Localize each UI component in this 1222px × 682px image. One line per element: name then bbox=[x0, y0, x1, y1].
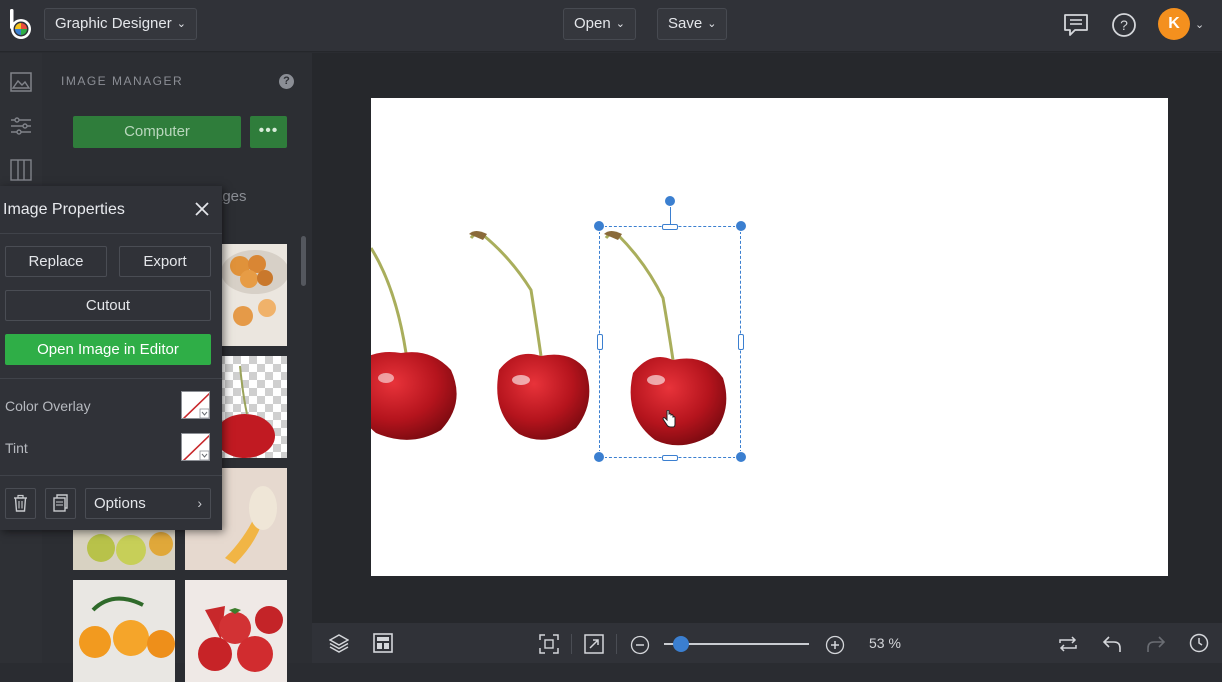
replace-button[interactable]: Replace bbox=[5, 246, 107, 277]
divider bbox=[0, 475, 222, 476]
image-properties-panel: Image Properties Replace Export Cutout O… bbox=[0, 186, 222, 530]
chevron-down-icon: ⌄ bbox=[615, 18, 625, 30]
duplicate-button[interactable] bbox=[45, 488, 76, 519]
fit-to-screen-icon[interactable] bbox=[539, 634, 559, 654]
zoom-slider-knob[interactable] bbox=[673, 636, 689, 652]
properties-title: Image Properties bbox=[3, 201, 125, 218]
layout-icon[interactable] bbox=[373, 633, 393, 653]
trash-icon bbox=[14, 494, 27, 512]
swap-icon[interactable] bbox=[1058, 634, 1078, 654]
color-overlay-swatch[interactable] bbox=[181, 391, 210, 419]
befunky-logo[interactable] bbox=[8, 9, 34, 41]
resize-handle-bottom[interactable] bbox=[662, 455, 678, 461]
resize-handle-top-right[interactable] bbox=[735, 220, 747, 232]
history-icon[interactable] bbox=[1189, 633, 1209, 653]
image-thumbnail[interactable] bbox=[73, 580, 175, 682]
feedback-icon[interactable] bbox=[1063, 12, 1089, 38]
divider bbox=[0, 233, 222, 234]
chevron-down-icon: ⌄ bbox=[707, 18, 717, 30]
svg-text:?: ? bbox=[1120, 17, 1128, 33]
save-dropdown[interactable]: Save ⌄ bbox=[657, 8, 728, 40]
redo-icon[interactable] bbox=[1146, 634, 1166, 654]
open-dropdown[interactable]: Open ⌄ bbox=[563, 8, 636, 40]
adjustments-icon[interactable] bbox=[9, 114, 33, 138]
strawberries-image bbox=[185, 580, 287, 682]
open-in-editor-button[interactable]: Open Image in Editor bbox=[5, 334, 211, 365]
options-label: Options bbox=[94, 495, 146, 512]
more-options-button[interactable]: ••• bbox=[250, 116, 287, 148]
cherries-image bbox=[371, 231, 727, 446]
image-thumbnail[interactable] bbox=[185, 580, 287, 682]
chevron-down-icon: ⌄ bbox=[176, 18, 186, 30]
user-avatar[interactable]: K bbox=[1158, 8, 1190, 40]
open-label: Open bbox=[574, 15, 611, 32]
undo-icon[interactable] bbox=[1102, 634, 1122, 654]
actual-size-icon[interactable] bbox=[584, 634, 604, 654]
resize-handle-bottom-left[interactable] bbox=[593, 451, 605, 463]
image-icon[interactable] bbox=[9, 70, 33, 94]
duplicate-icon bbox=[53, 494, 68, 512]
divider bbox=[616, 634, 617, 654]
hand-cursor-icon bbox=[662, 410, 676, 428]
resize-handle-left[interactable] bbox=[597, 334, 603, 350]
help-icon[interactable]: ? bbox=[279, 74, 294, 89]
color-overlay-label: Color Overlay bbox=[5, 398, 91, 414]
no-color-icon bbox=[182, 434, 209, 460]
chevron-right-icon: › bbox=[197, 495, 202, 511]
scrollbar[interactable] bbox=[301, 236, 306, 286]
tint-swatch[interactable] bbox=[181, 433, 210, 461]
divider bbox=[571, 634, 572, 654]
zoom-in-icon[interactable] bbox=[825, 635, 845, 655]
layout-icon[interactable] bbox=[9, 158, 33, 182]
divider bbox=[0, 378, 222, 379]
export-button[interactable]: Export bbox=[119, 246, 211, 277]
help-icon[interactable]: ? bbox=[1111, 12, 1137, 38]
resize-handle-right[interactable] bbox=[738, 334, 744, 350]
close-icon[interactable] bbox=[193, 200, 211, 218]
zoom-out-icon[interactable] bbox=[630, 635, 650, 655]
tint-label: Tint bbox=[5, 440, 28, 456]
computer-upload-button[interactable]: Computer bbox=[73, 116, 241, 148]
panel-title: IMAGE MANAGER bbox=[61, 74, 184, 88]
delete-button[interactable] bbox=[5, 488, 36, 519]
cutout-button[interactable]: Cutout bbox=[5, 290, 211, 321]
chevron-down-icon[interactable]: ⌄ bbox=[1195, 18, 1204, 31]
app-mode-dropdown[interactable]: Graphic Designer ⌄ bbox=[44, 8, 197, 40]
design-canvas[interactable] bbox=[371, 98, 1168, 576]
resize-handle-top-left[interactable] bbox=[593, 220, 605, 232]
layers-icon[interactable] bbox=[329, 633, 349, 653]
rotate-handle[interactable] bbox=[664, 195, 676, 207]
zoom-level: 53 % bbox=[869, 635, 901, 651]
top-bar: Graphic Designer ⌄ Open ⌄ Save ⌄ ? K ⌄ bbox=[0, 0, 1222, 52]
options-button[interactable]: Options › bbox=[85, 488, 211, 519]
resize-handle-bottom-right[interactable] bbox=[735, 451, 747, 463]
app-mode-label: Graphic Designer bbox=[55, 15, 172, 32]
oranges-image bbox=[73, 580, 175, 682]
no-color-icon bbox=[182, 392, 209, 418]
save-label: Save bbox=[668, 15, 703, 32]
resize-handle-top[interactable] bbox=[662, 224, 678, 230]
